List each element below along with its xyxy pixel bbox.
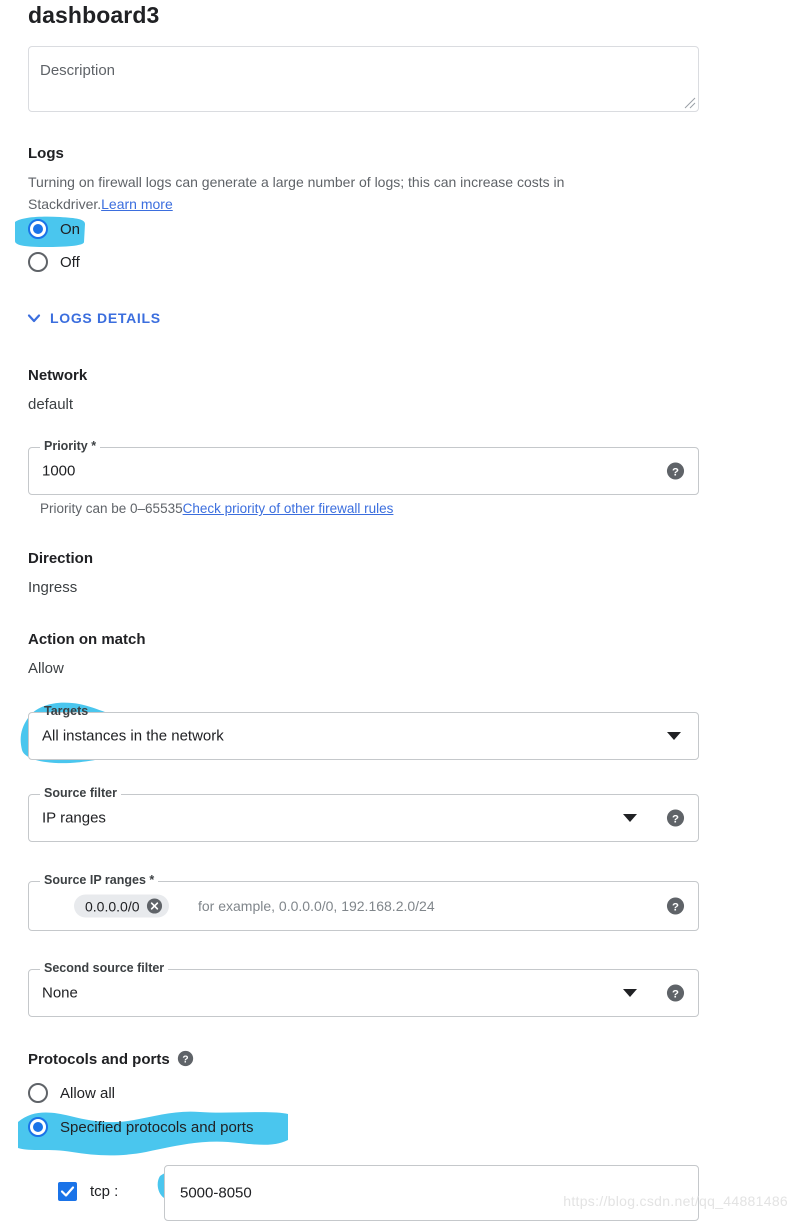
- radio-logs-on-label: On: [60, 220, 81, 238]
- help-icon[interactable]: ?: [666, 984, 685, 1003]
- help-icon[interactable]: ?: [666, 809, 685, 828]
- targets-select[interactable]: Targets All instances in the network: [28, 704, 699, 760]
- svg-text:?: ?: [672, 466, 679, 478]
- radio-specified-protocols[interactable]: Specified protocols and ports: [28, 1117, 253, 1137]
- targets-select-value: All instances in the network: [42, 727, 224, 745]
- protocols-and-ports-heading: Protocols and ports ?: [28, 1050, 194, 1068]
- source-ip-ranges-label: Source IP ranges *: [40, 873, 159, 887]
- source-ip-range-chip[interactable]: 0.0.0.0/0: [74, 894, 169, 918]
- logs-help-text: Turning on firewall logs can generate a …: [28, 171, 668, 215]
- radio-allow-all-label: Allow all: [60, 1084, 116, 1102]
- priority-input[interactable]: 1000: [42, 463, 75, 480]
- radio-logs-off-indicator[interactable]: [28, 252, 48, 272]
- source-filter-select-label: Source filter: [40, 786, 121, 800]
- priority-field-label: Priority *: [40, 439, 101, 453]
- action-on-match-heading: Action on match: [28, 631, 146, 648]
- svg-text:?: ?: [672, 901, 679, 913]
- radio-specified-protocols-label: Specified protocols and ports: [60, 1118, 254, 1136]
- page-title: dashboard3: [28, 2, 160, 28]
- logs-details-toggle[interactable]: LOGS DETAILS: [26, 310, 161, 326]
- network-heading: Network: [28, 367, 88, 384]
- learn-more-link[interactable]: Learn more: [101, 196, 173, 212]
- check-icon: [60, 1186, 75, 1197]
- help-icon[interactable]: ?: [666, 462, 685, 481]
- tcp-ports-input[interactable]: 5000-8050: [180, 1185, 252, 1202]
- logs-heading: Logs: [28, 145, 64, 162]
- second-source-filter-value: None: [42, 984, 78, 1002]
- priority-field-frame: [28, 447, 699, 495]
- chevron-down-icon[interactable]: [667, 732, 681, 740]
- radio-specified-protocols-indicator[interactable]: [28, 1117, 48, 1137]
- svg-text:?: ?: [182, 1054, 188, 1065]
- radio-allow-all[interactable]: Allow all: [28, 1083, 115, 1103]
- priority-helper-text: Priority can be 0–65535Check priority of…: [40, 501, 393, 516]
- second-source-filter-select[interactable]: Second source filter None ?: [28, 961, 699, 1017]
- priority-field[interactable]: Priority * 1000 ?: [28, 439, 699, 495]
- svg-text:?: ?: [672, 813, 679, 825]
- source-filter-select-value: IP ranges: [42, 809, 106, 827]
- second-source-filter-label: Second source filter: [40, 961, 169, 975]
- source-filter-select-frame: [28, 794, 699, 842]
- watermark: https://blog.csdn.net/qq_44881486: [563, 1193, 788, 1209]
- radio-logs-on[interactable]: On: [28, 219, 80, 239]
- targets-select-label: Targets: [44, 704, 89, 718]
- radio-logs-off-label: Off: [60, 253, 80, 271]
- source-ip-range-chip-text: 0.0.0.0/0: [85, 898, 140, 914]
- chevron-down-icon[interactable]: [623, 814, 637, 822]
- protocols-and-ports-heading-text: Protocols and ports: [28, 1051, 170, 1068]
- radio-allow-all-indicator[interactable]: [28, 1083, 48, 1103]
- tcp-checkbox[interactable]: [58, 1182, 77, 1201]
- help-icon[interactable]: ?: [666, 897, 685, 916]
- resize-grip-icon[interactable]: [682, 95, 696, 109]
- radio-logs-off[interactable]: Off: [28, 252, 80, 272]
- description-placeholder: Description: [40, 62, 116, 79]
- action-on-match-value: Allow: [28, 660, 64, 677]
- radio-logs-on-indicator[interactable]: [28, 219, 48, 239]
- source-ip-ranges-field[interactable]: Source IP ranges * 0.0.0.0/0 for example…: [28, 873, 699, 931]
- chevron-down-icon: [27, 314, 41, 323]
- svg-text:?: ?: [672, 988, 679, 1000]
- source-ip-ranges-placeholder: for example, 0.0.0.0/0, 192.168.2.0/24: [198, 898, 435, 914]
- close-icon[interactable]: [146, 898, 163, 915]
- source-filter-select[interactable]: Source filter IP ranges ?: [28, 786, 699, 842]
- direction-heading: Direction: [28, 550, 94, 567]
- priority-helper-body: Priority can be 0–65535: [40, 501, 183, 516]
- logs-details-label: LOGS DETAILS: [50, 310, 161, 326]
- check-priority-link[interactable]: Check priority of other firewall rules: [183, 501, 394, 516]
- description-textarea[interactable]: Description: [28, 46, 699, 112]
- direction-value: Ingress: [28, 579, 78, 596]
- second-source-filter-frame: [28, 969, 699, 1017]
- tcp-label: tcp :: [90, 1183, 119, 1200]
- chevron-down-icon[interactable]: [623, 989, 637, 997]
- firewall-rule-form: dashboard3 Description Logs Turning on f…: [0, 0, 792, 1223]
- help-icon[interactable]: ?: [177, 1050, 194, 1067]
- network-value: default: [28, 396, 74, 413]
- tcp-checkbox-row[interactable]: tcp :: [58, 1182, 118, 1201]
